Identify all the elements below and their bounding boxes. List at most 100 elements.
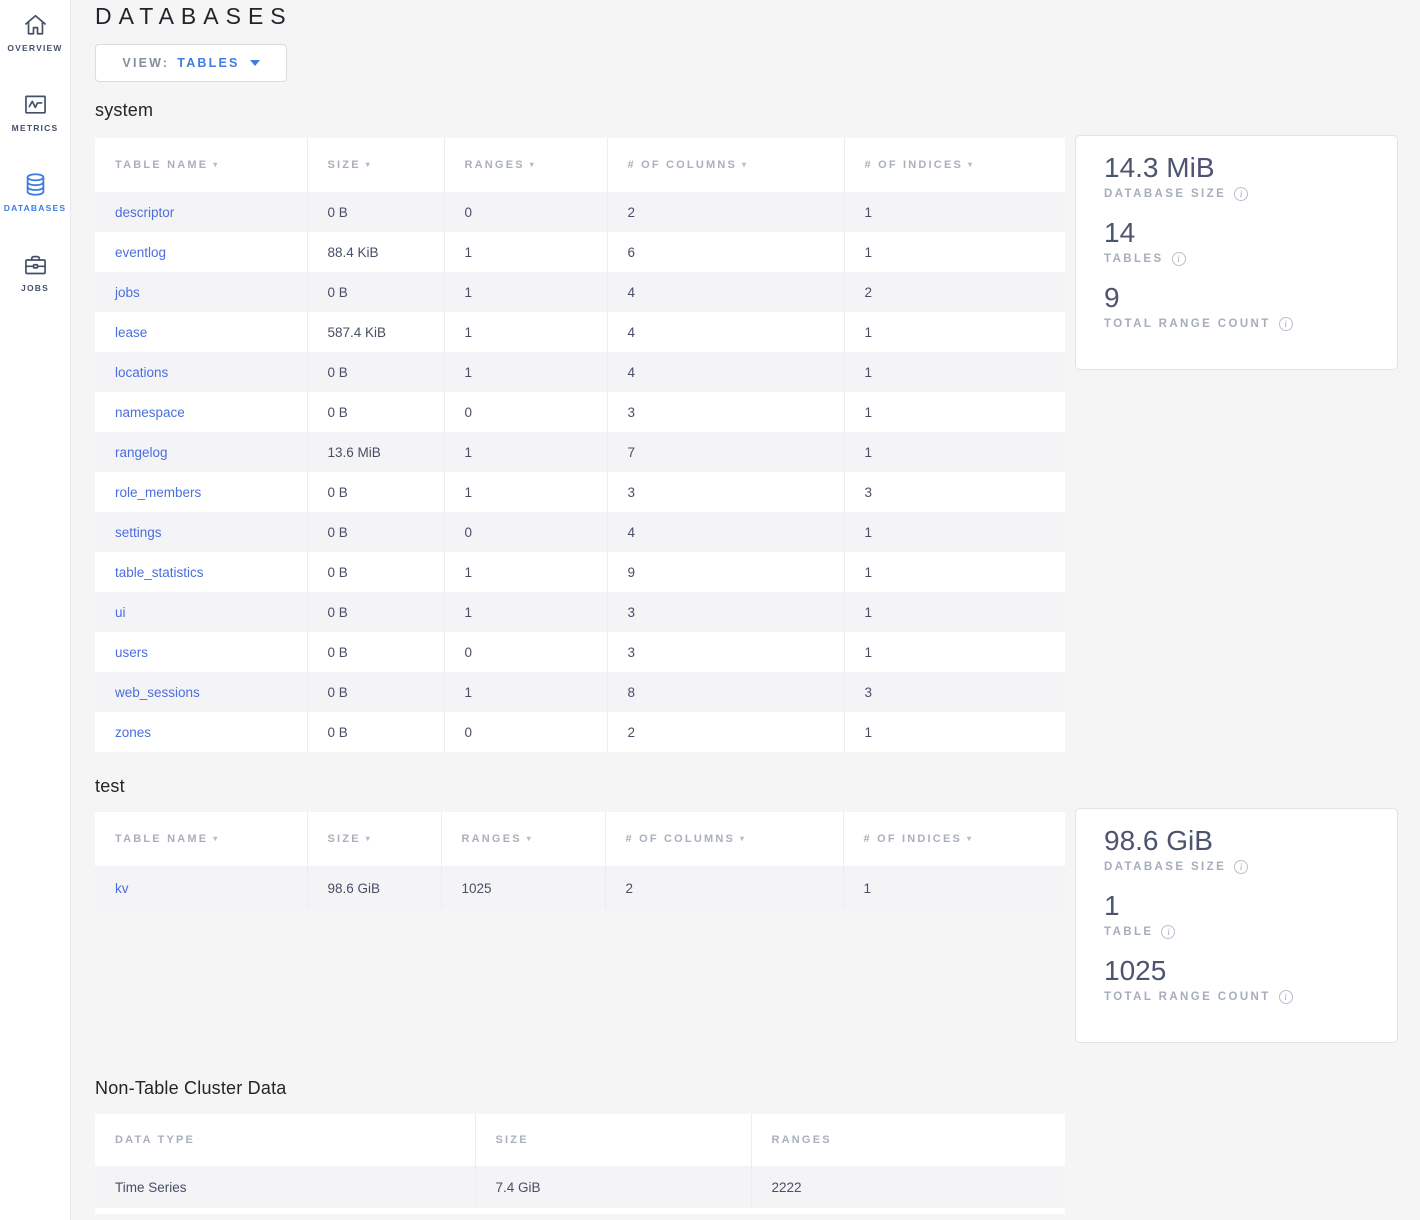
stat-label: TOTAL RANGE COUNT [1104,318,1271,330]
stat-table-count: 1 TABLE i [1104,888,1397,939]
table-name-link[interactable]: descriptor [115,205,174,220]
table-value-cell: 1 [844,232,1065,272]
column-header-ranges: RANGES [751,1114,1065,1166]
table-name-link[interactable]: users [115,645,148,660]
column-header-ranges[interactable]: RANGES▾ [441,812,605,866]
table-value-cell: 4 [607,272,844,312]
sidebar-item-metrics[interactable]: METRICS [0,80,70,160]
table-name-link[interactable]: role_members [115,485,201,500]
stat-database-size: 98.6 GiB DATABASE SIZE i [1104,823,1397,874]
table-value-cell: 3 [607,392,844,432]
info-icon[interactable]: i [1234,187,1248,201]
stat-database-size: 14.3 MiB DATABASE SIZE i [1104,150,1397,201]
table-value-cell: 9 [607,552,844,592]
info-icon[interactable]: i [1161,925,1175,939]
table-name-link[interactable]: ui [115,605,126,620]
column-header--of-columns[interactable]: # OF COLUMNS▾ [607,138,844,192]
column-header-table-name[interactable]: TABLE NAME ▾ [95,138,307,192]
table-value-cell: 0 [444,392,607,432]
column-label: TABLE NAME [115,159,208,171]
table-value-cell: 98.6 GiB [307,866,441,910]
table-header-row: TABLE NAME▾SIZE▾RANGES▾# OF COLUMNS▾# OF… [95,812,1065,866]
page-title: DATABASES [95,3,293,30]
table-row: rangelog13.6 MiB171 [95,432,1065,472]
column-header-size[interactable]: SIZE▾ [307,812,441,866]
sidebar-item-databases[interactable]: DATABASES [0,160,70,240]
stat-value: 14 [1104,215,1397,251]
info-icon[interactable]: i [1279,317,1293,331]
sort-caret-icon: ▾ [530,160,536,169]
sidebar-item-label: METRICS [0,123,70,133]
table-value-cell: 0 B [307,192,444,232]
sidebar-item-label: OVERVIEW [0,43,70,53]
table-row: lease587.4 KiB141 [95,312,1065,352]
sidebar: OVERVIEW METRICS DATABASES [0,0,71,1220]
table-name-link[interactable]: namespace [115,405,185,420]
table-value-cell: 0 B [307,512,444,552]
table-name-link[interactable]: rangelog [115,445,168,460]
table-value-cell: 1 [844,592,1065,632]
table-name-cell: ui [95,592,307,632]
table-row: eventlog88.4 KiB161 [95,232,1065,272]
table-value-cell: 1 [444,272,607,312]
table-value-cell: 1 [444,592,607,632]
table-name-cell: descriptor [95,192,307,232]
table-row: kv98.6 GiB102521 [95,866,1065,910]
table-name-link[interactable]: locations [115,365,168,380]
table-value-cell: 3 [844,472,1065,512]
column-label: RANGES [772,1134,832,1146]
column-header--of-indices[interactable]: # OF INDICES▾ [844,138,1065,192]
table-name-cell: role_members [95,472,307,512]
column-header-size[interactable]: SIZE▾ [307,138,444,192]
view-dropdown-value: TABLES [177,56,239,70]
table-name-link[interactable]: jobs [115,285,140,300]
stat-label: DATABASE SIZE [1104,188,1226,200]
table-name-link[interactable]: lease [115,325,147,340]
sidebar-item-overview[interactable]: OVERVIEW [0,0,70,80]
table-name-link[interactable]: eventlog [115,245,166,260]
table-value-cell: 2222 [751,1166,1065,1208]
stat-label: TOTAL RANGE COUNT [1104,991,1271,1003]
table-name-link[interactable]: kv [115,881,129,896]
info-icon[interactable]: i [1279,990,1293,1004]
column-header-ranges[interactable]: RANGES▾ [444,138,607,192]
sort-caret-icon: ▾ [366,160,372,169]
table-row: zones0 B021 [95,712,1065,752]
column-header-data-type: DATA TYPE [95,1114,475,1166]
table-name-link[interactable]: zones [115,725,151,740]
table-row: Time Series7.4 GiB2222 [95,1166,1065,1208]
table-name-cell: namespace [95,392,307,432]
sidebar-item-jobs[interactable]: JOBS [0,240,70,320]
table-name-link[interactable]: table_statistics [115,565,204,580]
sidebar-item-label: JOBS [0,283,70,293]
table-value-cell: 1 [843,866,1065,910]
column-label: SIZE [496,1134,529,1146]
stat-label: TABLES [1104,253,1164,265]
table-header-row: TABLE NAME▾SIZE▾RANGES▾# OF COLUMNS▾# OF… [95,138,1065,192]
table-value-cell: 8 [607,672,844,712]
test-tables-table: TABLE NAME▾SIZE▾RANGES▾# OF COLUMNS▾# OF… [95,812,1065,910]
table-value-cell: 3 [607,592,844,632]
table-value-cell: 1 [844,392,1065,432]
table-value-cell: 2 [607,712,844,752]
table-value-cell: 1 [444,352,607,392]
table-name-link[interactable]: web_sessions [115,685,200,700]
info-icon[interactable]: i [1172,252,1186,266]
info-icon[interactable]: i [1234,860,1248,874]
table-name-cell: locations [95,352,307,392]
table-name-cell: table_statistics [95,552,307,592]
table-value-cell: 1 [444,432,607,472]
view-dropdown-button[interactable]: VIEW: TABLES [95,44,287,82]
table-value-cell: 2 [844,272,1065,312]
column-header--of-indices[interactable]: # OF INDICES▾ [843,812,1065,866]
column-header--of-columns[interactable]: # OF COLUMNS▾ [605,812,843,866]
table-row: role_members0 B133 [95,472,1065,512]
table-value-cell: 1 [844,312,1065,352]
column-header-table-name[interactable]: TABLE NAME▾ [95,812,307,866]
table-name-link[interactable]: settings [115,525,162,540]
stat-range-count: 1025 TOTAL RANGE COUNT i [1104,953,1397,1004]
table-value-cell: 0 B [307,352,444,392]
column-label: RANGES [462,833,522,845]
sort-caret-icon: ▾ [213,160,219,169]
section-heading-test: test [95,776,125,797]
